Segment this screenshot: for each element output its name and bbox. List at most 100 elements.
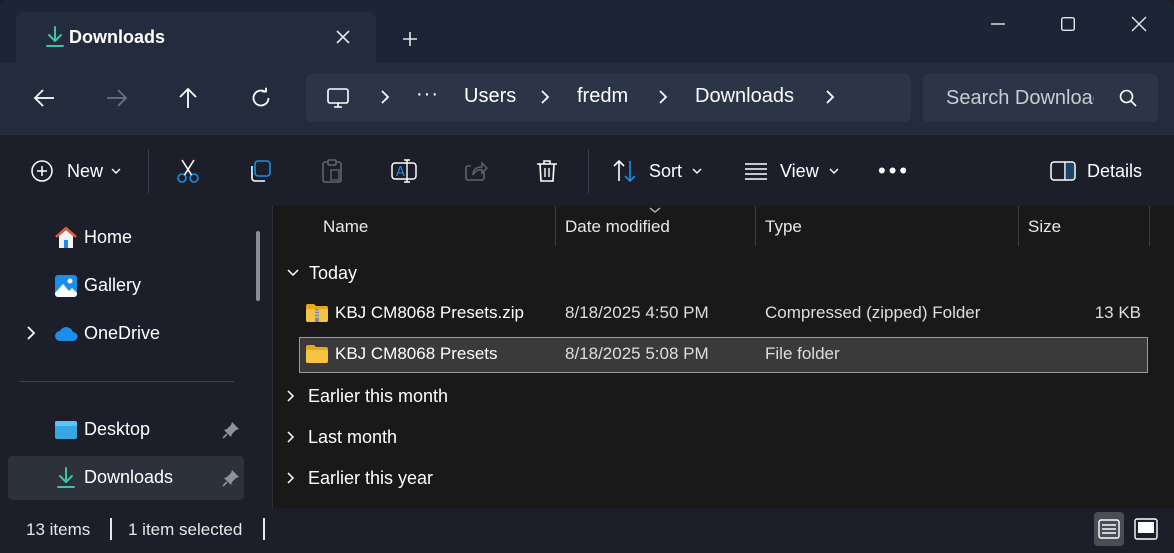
back-button[interactable] [24, 78, 64, 118]
group-last-month[interactable]: Last month [287, 423, 397, 451]
pin-icon [222, 470, 239, 487]
details-button[interactable]: Details [1050, 135, 1142, 207]
clipboard-icon [322, 159, 342, 183]
chevron-right-icon[interactable] [26, 325, 36, 341]
chevron-right-icon [287, 472, 295, 484]
chevron-down-icon [829, 168, 839, 174]
group-label-today: Today [309, 262, 358, 283]
column-header-name[interactable]: Name [273, 206, 555, 246]
close-icon [1131, 16, 1147, 32]
chevron-right-icon[interactable] [538, 88, 552, 106]
close-tab-button[interactable] [330, 24, 356, 50]
sidebar-item-home[interactable]: Home [8, 216, 244, 260]
paste-button[interactable] [320, 135, 344, 207]
selection-count: 1 item selected [128, 520, 243, 539]
delete-button[interactable] [536, 135, 558, 207]
group-label-earlier-month: Earlier this month [308, 385, 449, 406]
file-explorer-window: Downloads ··· Users fredm Downloads Sear… [0, 0, 1174, 553]
file-date: 8/18/2025 5:08 PM [565, 344, 709, 363]
tiles-view-button[interactable] [1131, 512, 1161, 546]
share-button[interactable] [464, 135, 488, 207]
view-label: View [780, 160, 819, 181]
toolbar-divider [148, 149, 149, 193]
group-earlier-this-month[interactable]: Earlier this month [287, 382, 448, 410]
details-label: Details [1087, 160, 1143, 181]
sort-label: Sort [649, 160, 683, 181]
home-icon [55, 226, 77, 248]
minimize-button[interactable] [973, 8, 1023, 40]
copy-icon [251, 160, 271, 182]
search-input[interactable]: Search Downloads [946, 87, 1094, 110]
refresh-button[interactable] [241, 78, 281, 118]
command-bar: New A Sort View ••• Details [0, 134, 1174, 206]
file-type: File folder [765, 344, 840, 363]
breadcrumb-users[interactable]: Users [464, 85, 516, 108]
file-type: Compressed (zipped) Folder [765, 303, 981, 322]
chevron-down-icon [692, 168, 702, 174]
item-count: 13 items [26, 520, 91, 539]
chevron-down-icon [287, 269, 299, 277]
file-row[interactable]: KBJ CM8068 Presets.zip 8/18/2025 4:50 PM… [299, 296, 1148, 332]
sidebar-item-desktop[interactable]: Desktop [8, 408, 244, 452]
group-label-last-month: Last month [308, 426, 398, 447]
close-icon [336, 30, 350, 44]
sidebar-item-onedrive[interactable]: OneDrive [8, 312, 244, 356]
folder-icon [306, 345, 328, 363]
new-tab-button[interactable] [396, 24, 424, 52]
group-today[interactable]: Today [287, 259, 357, 287]
copy-button[interactable] [248, 135, 272, 207]
download-icon [46, 26, 64, 47]
forward-button[interactable] [97, 78, 137, 118]
column-divider[interactable] [1149, 206, 1150, 246]
search-box[interactable]: Search Downloads [923, 74, 1158, 122]
file-date: 8/18/2025 4:50 PM [565, 303, 709, 322]
search-icon[interactable] [1119, 89, 1137, 107]
up-button[interactable] [168, 78, 208, 118]
column-header-size[interactable]: Size [1019, 206, 1149, 246]
cut-button[interactable] [176, 135, 200, 207]
sidebar-label-downloads: Downloads [84, 467, 174, 487]
title-bar: Downloads [0, 0, 1174, 62]
sidebar-label-gallery: Gallery [84, 275, 142, 295]
more-options-button[interactable]: ••• [878, 135, 910, 207]
svg-text:A: A [396, 165, 405, 180]
group-earlier-this-year[interactable]: Earlier this year [287, 464, 433, 492]
scissors-icon [177, 159, 199, 183]
sidebar-label-desktop: Desktop [84, 419, 151, 439]
onedrive-cloud-icon [55, 327, 78, 341]
chevron-right-icon[interactable] [656, 88, 670, 106]
breadcrumb-downloads[interactable]: Downloads [695, 85, 794, 108]
breadcrumb-fredm[interactable]: fredm [577, 85, 628, 108]
view-button[interactable]: View [744, 135, 839, 207]
sidebar-item-gallery[interactable]: Gallery [8, 264, 244, 308]
maximize-button[interactable] [1043, 8, 1093, 40]
column-label-date: Date modified [565, 217, 670, 236]
navigation-pane: Home Gallery OneDrive Desktop Downloads [0, 206, 272, 508]
status-bar: 13 items 1 item selected [0, 508, 1174, 553]
column-label-size: Size [1028, 217, 1062, 236]
details-view-button[interactable] [1094, 512, 1124, 546]
sort-button[interactable]: Sort [612, 135, 702, 207]
sidebar-item-downloads[interactable]: Downloads [8, 456, 244, 500]
rename-button[interactable]: A [391, 135, 417, 207]
chevron-right-icon[interactable] [823, 88, 837, 106]
file-name: KBJ CM8068 Presets.zip [335, 303, 524, 322]
breadcrumb-overflow[interactable]: ··· [416, 83, 439, 106]
desktop-icon [55, 421, 77, 439]
new-button[interactable]: New [30, 135, 121, 207]
column-header-type[interactable]: Type [756, 206, 1018, 246]
tab-downloads[interactable]: Downloads [16, 12, 376, 62]
sidebar-scrollbar[interactable] [256, 231, 260, 301]
arrow-up-icon [179, 87, 197, 108]
minimize-icon [991, 23, 1005, 25]
address-bar: ··· Users fredm Downloads Search Downloa… [0, 62, 1174, 134]
chevron-right-icon [287, 431, 295, 443]
file-row-selected[interactable]: KBJ CM8068 Presets 8/18/2025 5:08 PM Fil… [299, 337, 1148, 373]
close-window-button[interactable] [1114, 8, 1164, 40]
trash-icon [537, 160, 557, 182]
breadcrumb[interactable]: ··· Users fredm Downloads [306, 74, 911, 122]
chevron-right-icon[interactable] [378, 88, 392, 106]
maximize-icon [1061, 17, 1075, 31]
pin-icon [222, 422, 239, 439]
arrow-left-icon [33, 89, 54, 107]
